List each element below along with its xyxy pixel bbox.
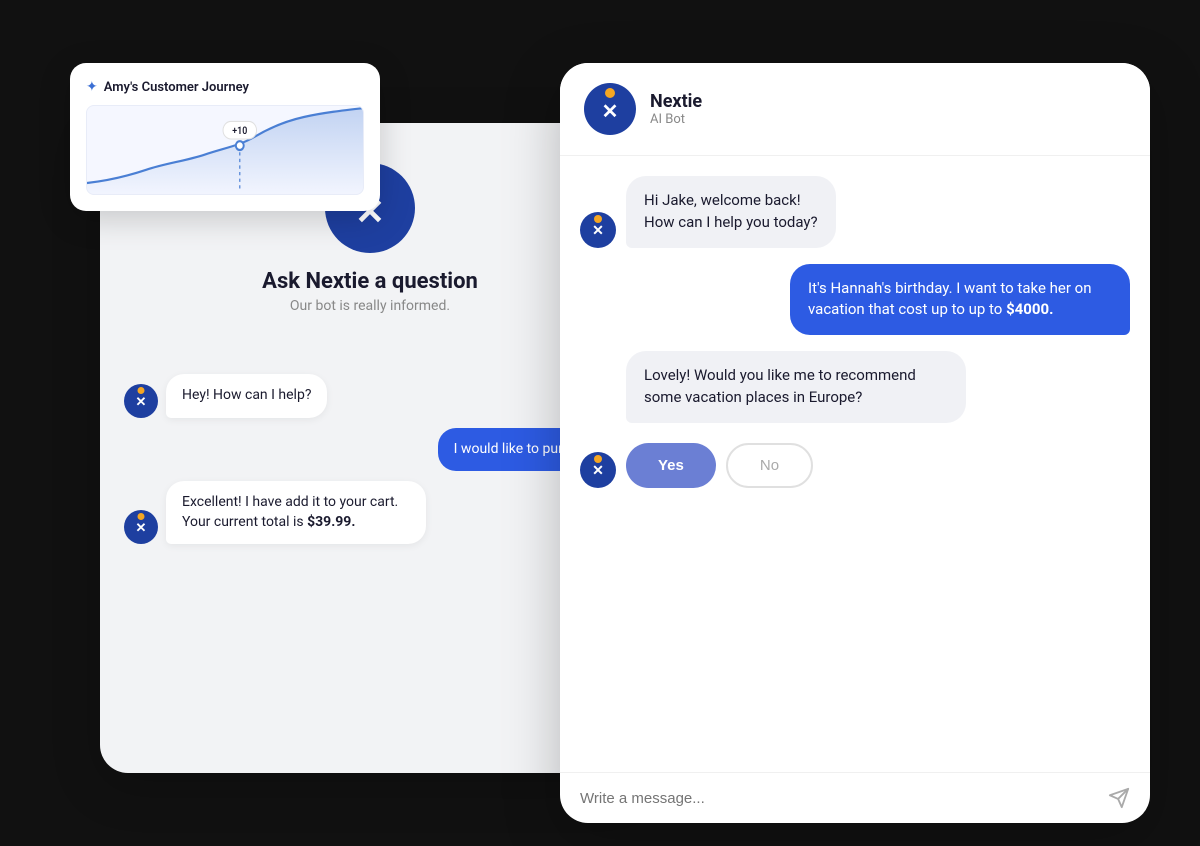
bot-name: Nextie [650,91,702,112]
bot-role: AI Bot [650,112,702,127]
msg-avatar-3: ✕ [580,452,616,488]
sparkle-icon: ✦ [86,79,98,95]
left-chat-panel: ✕ Ask Nextie a question Our bot is reall… [100,123,640,773]
send-icon [1108,787,1130,809]
header-avatar-dot [605,88,615,98]
msg-row-3: ✕ Lovely! Would you like me to recommend… [580,351,1130,488]
left-bot-bubble-2: Excellent! I have add it to your cart. Y… [166,481,426,544]
no-button[interactable]: No [726,443,813,488]
msg-avatar-1: ✕ [580,212,616,248]
journey-card-title: Amy's Customer Journey [104,80,249,95]
header-avatar: ✕ [584,83,636,135]
left-user-msg-1: I would like to purchase [124,428,616,472]
left-bot-msg-2: ✕ Excellent! I have add it to your cart.… [124,481,616,544]
left-bot-msg-1: ✕ Hey! How can I help? [124,374,616,418]
header-avatar-x: ✕ [602,99,619,123]
ask-title: Ask Nextie a question [262,269,478,294]
journey-card-header: ✦ Amy's Customer Journey [86,79,364,95]
avatar-x: ✕ [136,395,147,410]
left-messages: ✕ Hey! How can I help? I would like to p… [100,354,640,564]
avatar-dot [138,513,145,520]
avatar-x: ✕ [592,463,604,479]
small-bot-avatar-2: ✕ [124,510,158,544]
msg-bubble-1: Hi Jake, welcome back!How can I help you… [626,176,836,248]
small-bot-avatar-1: ✕ [124,384,158,418]
msg-bubble-3: Lovely! Would you like me to recommend s… [626,351,966,423]
yes-button[interactable]: Yes [626,443,716,488]
avatar-x: ✕ [136,521,147,536]
msg-row-1: ✕ Hi Jake, welcome back!How can I help y… [580,176,1130,248]
chat-header: ✕ Nextie AI Bot [560,63,1150,156]
avatar-dot [594,215,602,223]
chat-messages: ✕ Hi Jake, welcome back!How can I help y… [560,156,1150,772]
journey-card: ✦ Amy's Customer Journey [70,63,380,211]
header-info: Nextie AI Bot [650,91,702,127]
ask-subtitle: Our bot is really informed. [290,298,450,314]
send-button[interactable] [1108,787,1130,809]
right-chat-panel: ✕ Nextie AI Bot ✕ Hi Jake, welcome back!… [560,63,1150,823]
svg-text:+10: +10 [232,126,247,138]
avatar-dot [138,387,145,394]
avatar-x: ✕ [592,223,604,239]
yes-no-row: Yes No [626,443,966,488]
msg-bubble-2: It's Hannah's birthday. I want to take h… [790,264,1130,336]
chat-input[interactable] [580,790,1096,807]
left-bot-bubble-1: Hey! How can I help? [166,374,327,418]
msg-row-2: It's Hannah's birthday. I want to take h… [580,264,1130,336]
journey-chart: +10 [86,105,364,195]
avatar-dot [594,455,602,463]
chat-input-bar [560,772,1150,823]
